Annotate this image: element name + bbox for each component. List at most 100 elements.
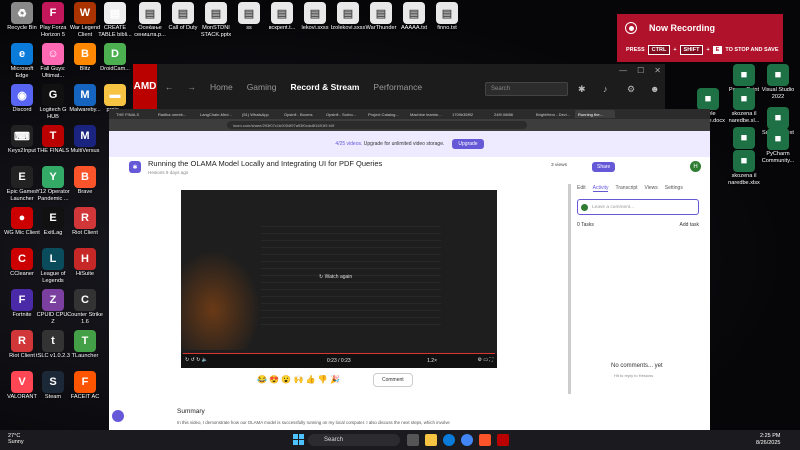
desktop-icon-label: Visual Studio 2022 <box>761 87 795 100</box>
desktop-file-label: finno.txt <box>437 25 457 31</box>
minimize-icon[interactable]: — <box>619 66 627 75</box>
upgrade-button[interactable]: Upgrade <box>452 139 484 149</box>
gear-icon[interactable]: ⚙ <box>627 84 637 94</box>
desktop-file[interactable]: ▤ AAAAA.txt <box>396 2 432 32</box>
maximize-icon[interactable]: ☐ <box>637 66 644 75</box>
desktop-icon[interactable]: T THE FINALS <box>35 125 71 155</box>
desktop-icon[interactable]: ■ Visual Studio 2022 <box>760 64 796 100</box>
browser-tab[interactable]: 1709b35f92 <box>449 110 489 118</box>
desktop-icon[interactable]: Y Y12 Operator Pandemic ... <box>35 166 71 202</box>
desktop-file[interactable]: ▤ вскрепt.t... <box>264 2 300 32</box>
close-icon[interactable]: ✕ <box>654 66 661 75</box>
panel-tab[interactable]: Transcript <box>615 185 637 192</box>
desktop-icon[interactable]: M MultiVersus <box>67 125 103 155</box>
file-explorer-icon[interactable] <box>425 434 437 446</box>
watch-again-button[interactable]: ↻ Watch again <box>319 274 352 280</box>
comment-input[interactable]: Leave a comment... <box>577 199 699 215</box>
back-icon[interactable]: ← <box>165 82 174 92</box>
desktop-icon[interactable]: E ExitLag <box>35 207 71 237</box>
share-button[interactable]: Share <box>592 162 616 172</box>
desktop-icon[interactable]: R Riot Client <box>67 207 103 237</box>
desktop-icon-label: THE FINALS <box>36 148 70 154</box>
edge-icon[interactable] <box>443 434 455 446</box>
user-icon[interactable]: ☻ <box>650 84 660 94</box>
desktop-icon[interactable]: C Counter Strike 1.6 <box>67 289 103 325</box>
desktop-icon[interactable]: H HiSuite <box>67 248 103 278</box>
browser-tab[interactable]: Running the... <box>575 110 615 118</box>
desktop-icon[interactable]: F FACEIT AC <box>67 371 103 401</box>
amd-taskbar-icon[interactable] <box>497 434 509 446</box>
forward-icon[interactable]: → <box>188 82 197 92</box>
taskbar-search[interactable]: Search <box>308 434 400 446</box>
app-icon: ☺ <box>42 43 64 65</box>
app-icon: F <box>42 2 64 24</box>
clock[interactable]: 2:25 PM 8/26/2025 <box>756 433 780 446</box>
desktop-icon[interactable]: ■ skozena il naredbe.xlsx <box>726 150 762 186</box>
browser-tab[interactable]: Radika umreb... <box>155 110 195 118</box>
nav-home[interactable]: Home <box>210 82 233 92</box>
chrome-icon[interactable] <box>461 434 473 446</box>
desktop-icon[interactable]: Z CPUID CPU-Z <box>35 289 71 325</box>
desktop-icon[interactable]: G Logitech G HUB <box>35 84 71 120</box>
brave-icon[interactable] <box>479 434 491 446</box>
desktop-file[interactable]: ▤ Call of Duty <box>165 2 201 32</box>
nav-performance[interactable]: Performance <box>373 82 422 92</box>
desktop-file[interactable]: ▤ Осеќање сеништа.р... <box>132 2 168 38</box>
browser-tab[interactable]: Project Catalog... <box>365 110 405 118</box>
browser-tab[interactable]: (51) WhatsApp <box>239 110 279 118</box>
nav-gaming[interactable]: Gaming <box>247 82 277 92</box>
desktop-icon[interactable]: ☺ Fall Guys: Ultimat... <box>35 43 71 79</box>
desktop-file[interactable]: ▤ WarThunder <box>363 2 399 32</box>
browser-tab[interactable]: 24f9.06f88 <box>491 110 531 118</box>
panel-tab[interactable]: Edit <box>577 185 586 192</box>
desktop-icon-label: TLauncher <box>71 353 99 359</box>
panel-tab[interactable]: Settings <box>665 185 683 192</box>
panel-tab[interactable]: Activity <box>592 185 609 192</box>
browser-tab[interactable]: BrightHero - Devi... <box>533 110 573 118</box>
browser-tab[interactable]: Opsinfi - Sorbo... <box>323 110 363 118</box>
avatar[interactable]: H <box>690 161 701 172</box>
desktop-file[interactable]: ▤ Izolekovi.sxss <box>330 2 366 32</box>
add-task-button[interactable]: Add task <box>680 222 699 228</box>
browser-tab[interactable]: THE FINALS <box>113 110 153 118</box>
comment-button[interactable]: Comment <box>373 373 413 387</box>
bell-icon[interactable]: ♪ <box>603 84 613 94</box>
app-icon: B <box>74 43 96 65</box>
bug-icon[interactable]: ✱ <box>578 84 588 94</box>
task-view-icon[interactable] <box>407 434 419 446</box>
chat-button[interactable] <box>112 410 124 422</box>
scrollbar[interactable] <box>568 184 571 394</box>
desktop-icon[interactable]: ■ skozena il naredbe.sl... <box>726 88 762 124</box>
replay-icon[interactable]: ↻ ↺ ↻ 🔈 <box>185 357 208 363</box>
desktop-file[interactable]: ▤ ss <box>231 2 267 32</box>
weather-widget[interactable]: 27°C Sunny <box>8 433 24 445</box>
panel-tab[interactable]: Views <box>645 185 658 192</box>
url-field[interactable]: loom.com/share/293f07c1b0054f97a93f0cdc8… <box>227 121 527 129</box>
browser-tab[interactable]: Opsinfi - Booms <box>281 110 321 118</box>
windows-start-icon[interactable] <box>293 434 304 445</box>
speed-button[interactable]: 1.2× <box>427 358 437 364</box>
view-count[interactable]: 3 views <box>551 163 567 168</box>
reactions-bar[interactable]: 😂 😍 😮 🙌 👍 👎 🎉 <box>257 375 340 384</box>
desktop-icon[interactable]: S Steam <box>35 371 71 401</box>
desktop-icon[interactable]: t tSLC v1.0.2.3 <box>35 330 71 360</box>
fullscreen-icon[interactable]: ⚙ ▭ ⛶ <box>478 357 494 363</box>
desktop-icon[interactable]: D DroidCam... <box>97 43 133 73</box>
nav-record-stream[interactable]: Record & Stream <box>290 82 359 92</box>
desktop-icon[interactable]: ▤ CREATE TABLE bibli... <box>97 2 133 38</box>
desktop-file[interactable]: ▤ MonSTDNI STACK.pptx <box>198 2 234 38</box>
video-player[interactable]: ↻ Watch again ↻ ↺ ↻ 🔈 0:23 / 0:23 1.2× ⚙… <box>181 190 497 368</box>
app-icon: ■ <box>697 88 719 110</box>
desktop-icon[interactable]: T TLauncher <box>67 330 103 360</box>
desktop-icon[interactable]: B Brave <box>67 166 103 196</box>
desktop-icon[interactable]: F Play Forza Horizon 5 <box>35 2 71 38</box>
browser-tab[interactable]: Machine learnin... <box>407 110 447 118</box>
desktop-file[interactable]: ▤ finno.txt <box>429 2 465 32</box>
app-icon: R <box>11 330 33 352</box>
desktop-icon[interactable]: L League of Legends <box>35 248 71 284</box>
desktop-icon[interactable]: ■ PyCharm Community... <box>760 128 796 164</box>
amd-search-input[interactable]: Search <box>485 82 568 96</box>
desktop-file[interactable]: ▤ lekovi.sxss <box>297 2 333 32</box>
loom-logo[interactable]: ✱ <box>129 161 141 173</box>
browser-tab[interactable]: LangChain-Med... <box>197 110 237 118</box>
